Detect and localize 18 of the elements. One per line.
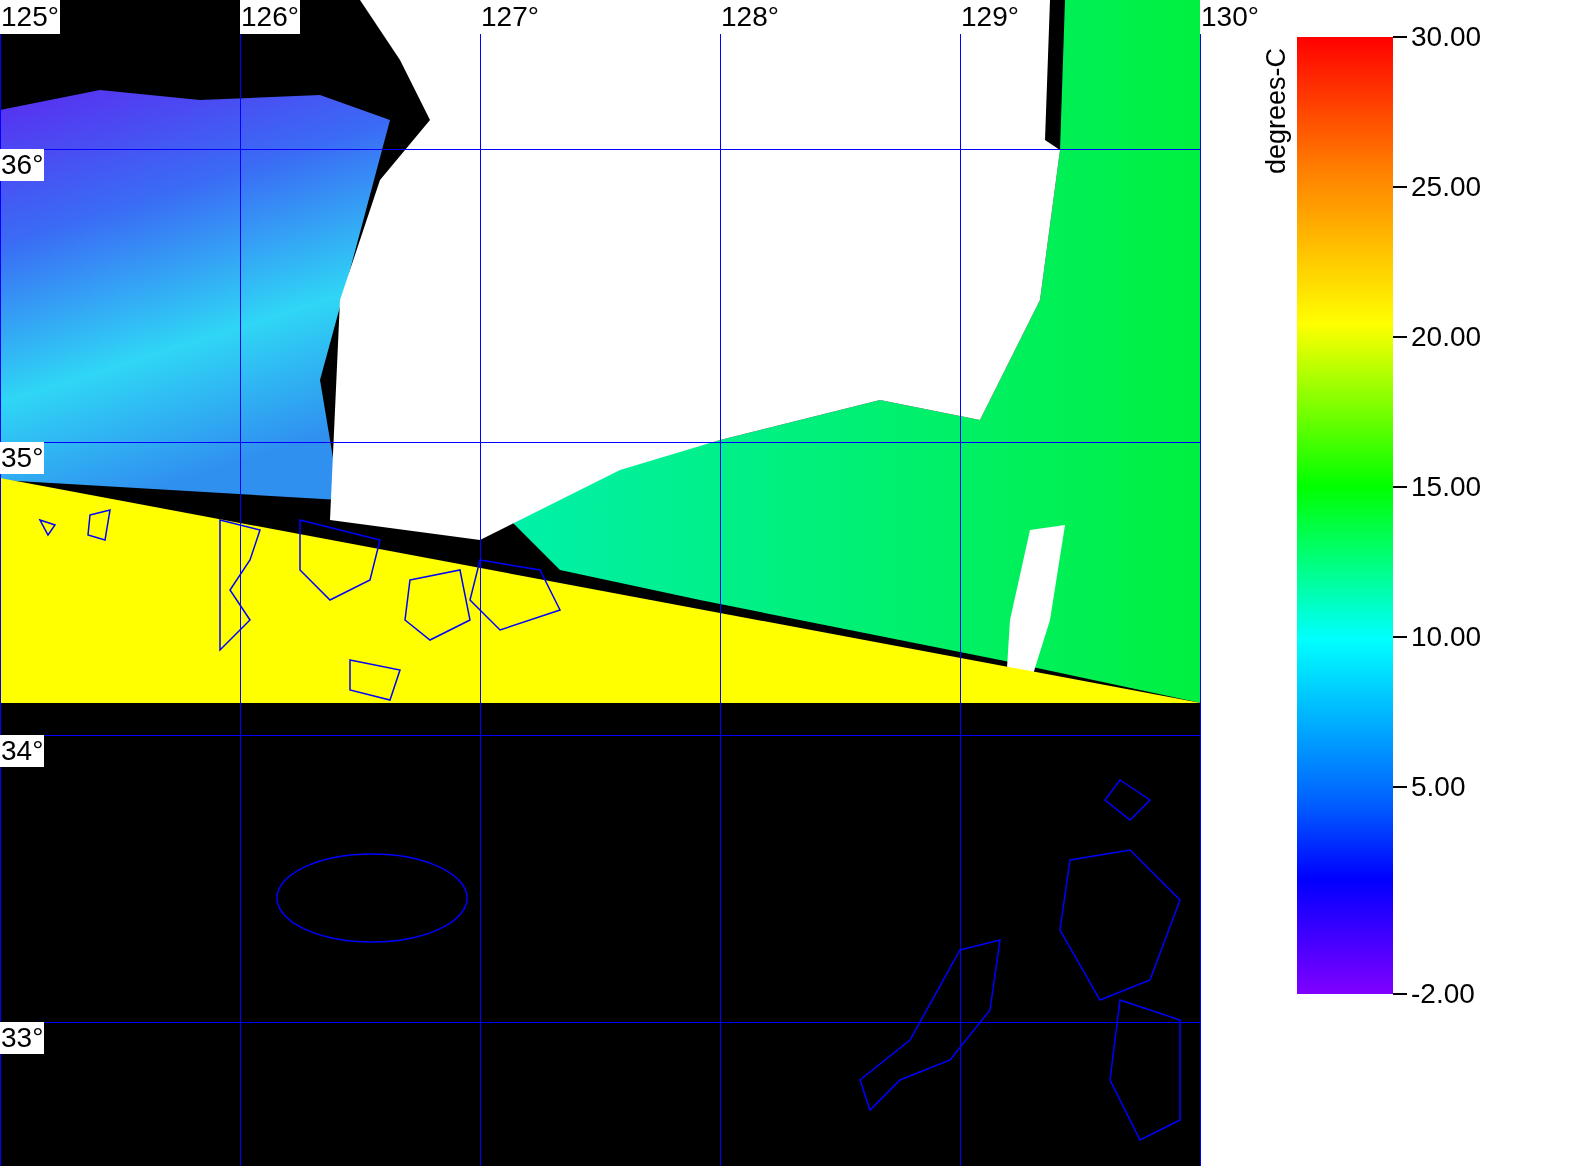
- longitude-label: 125°: [0, 0, 60, 34]
- longitude-label: 129°: [960, 0, 1020, 34]
- colorbar-tick-label: 5.00: [1411, 770, 1466, 804]
- longitude-label: 127°: [480, 0, 540, 34]
- colorbar-tick-label: 15.00: [1411, 470, 1482, 504]
- latitude-label: 36°: [0, 149, 45, 181]
- colorbar-tick-label: 10.00: [1411, 620, 1482, 654]
- latitude-label: 33°: [0, 1022, 45, 1054]
- colorbar-tick-label: -2.00: [1411, 977, 1475, 1011]
- longitude-label: 128°: [720, 0, 780, 34]
- colorbar-tick-label: 30.00: [1411, 20, 1482, 54]
- colorbar-tick-label: 20.00: [1411, 320, 1482, 354]
- latitude-label: 34°: [0, 735, 45, 767]
- longitude-label: 130°: [1200, 0, 1260, 34]
- colorbar-title: degrees-C: [1261, 47, 1292, 175]
- colorbar-tick-label: 25.00: [1411, 170, 1482, 204]
- latitude-label: 35°: [0, 442, 45, 474]
- longitude-label: 126°: [240, 0, 300, 34]
